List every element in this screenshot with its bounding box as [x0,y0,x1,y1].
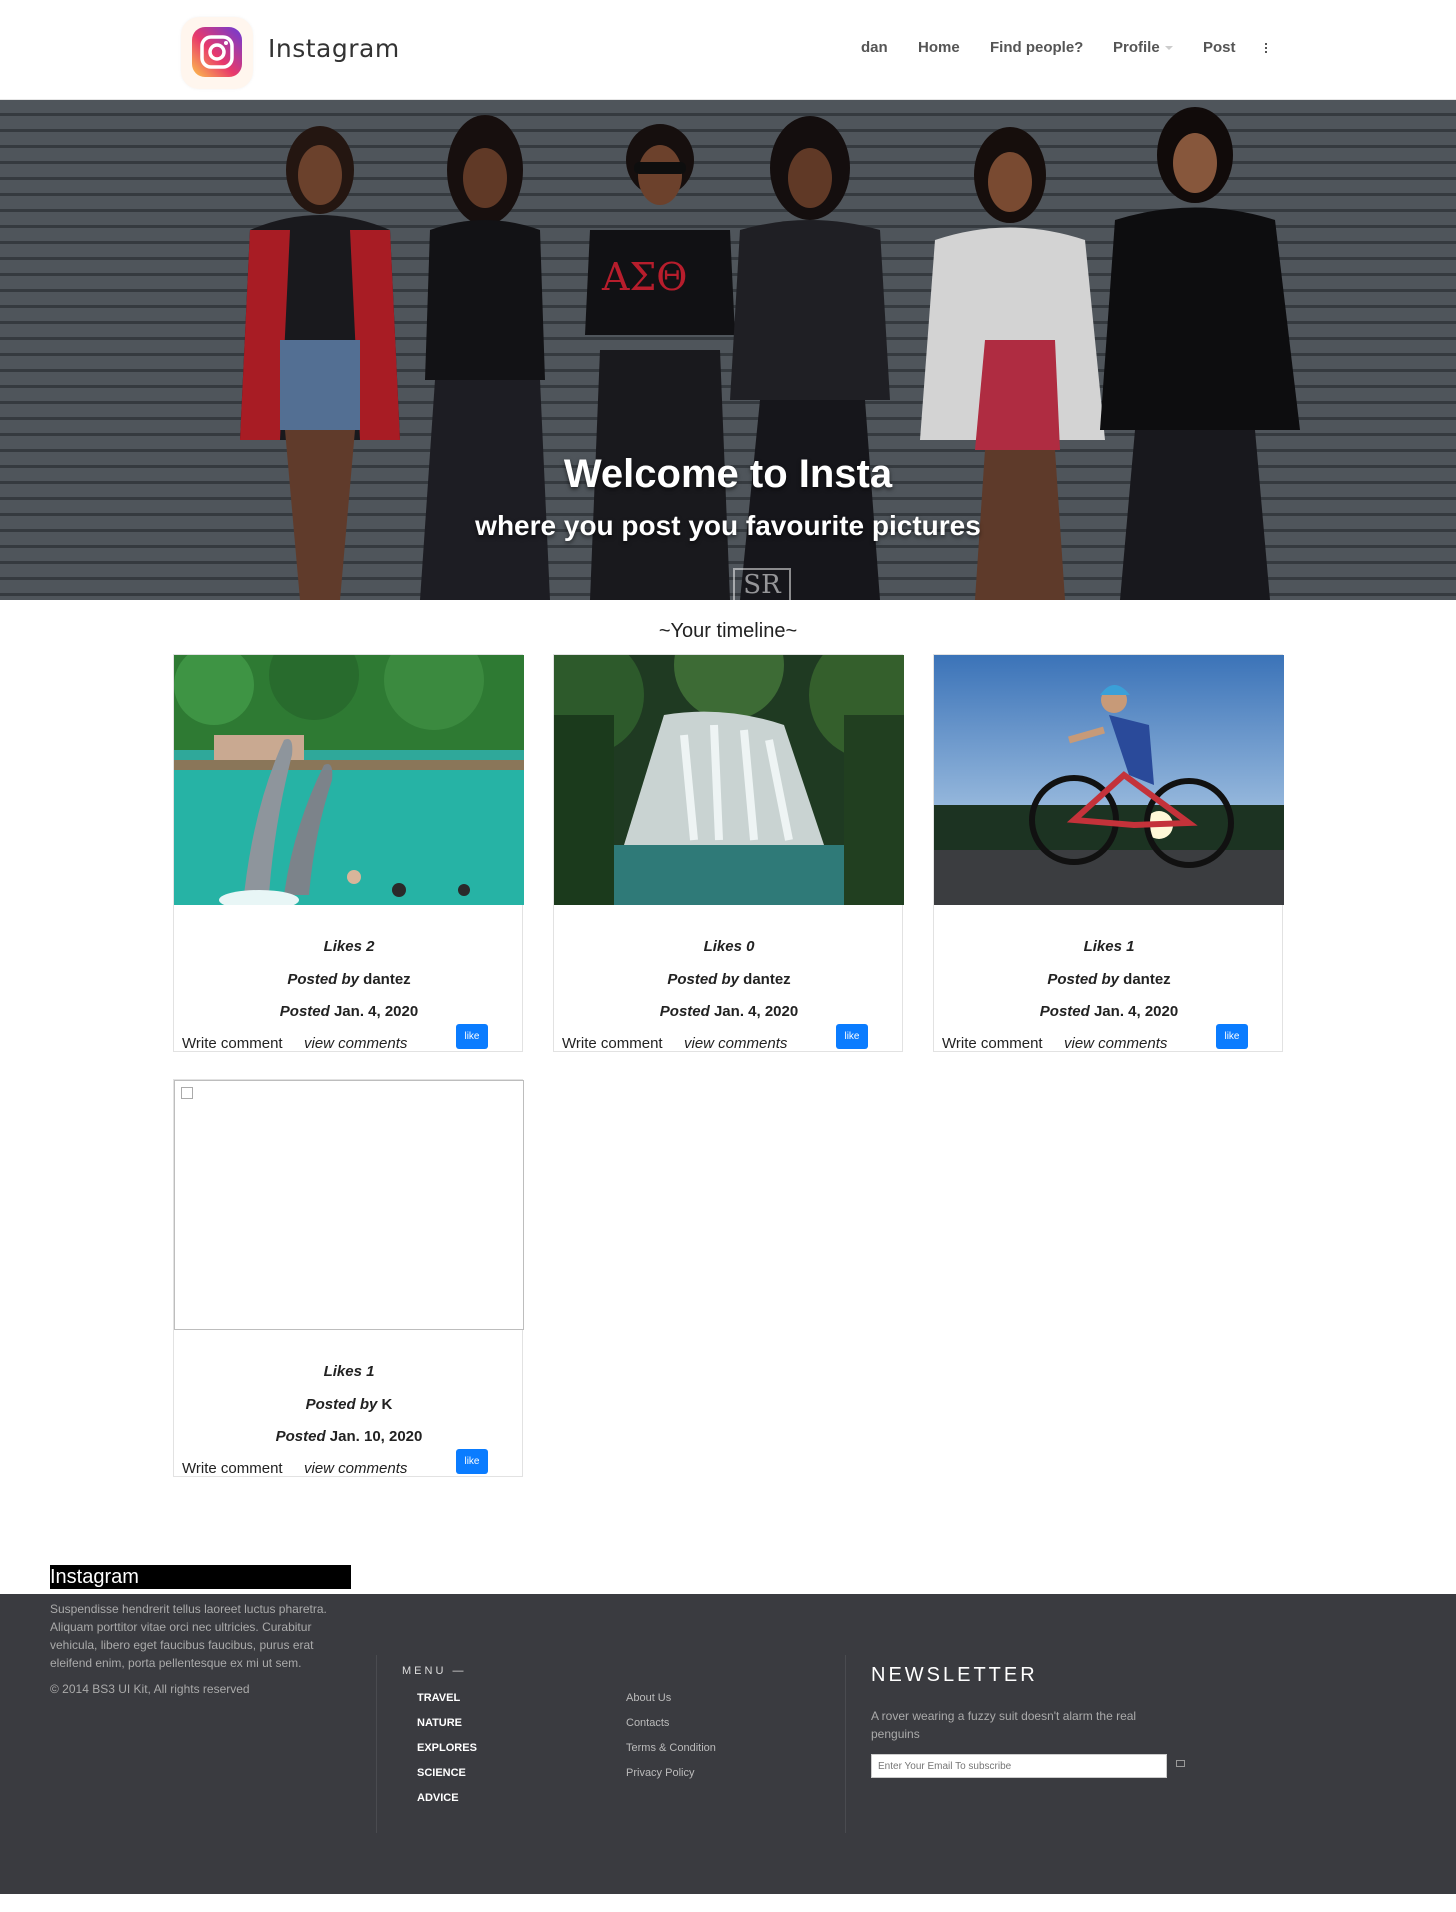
footer-menu-title: MENU — [402,1665,467,1677]
posted-date: Posted Jan. 4, 2020 [174,1003,524,1020]
broken-image-icon [181,1087,193,1099]
nav-home[interactable]: Home [918,39,960,56]
brand-name[interactable]: Instagram [268,34,400,63]
post-card: Likes 2 Posted by dantez Posted Jan. 4, … [173,654,524,1052]
footer-copyright: © 2014 BS3 UI Kit, All rights reserved [50,1682,250,1696]
more-vertical-icon[interactable] [1265,43,1268,53]
write-comment-link[interactable]: Write comment [182,1035,283,1052]
footer-divider [376,1655,377,1833]
likes-count: Likes 1 [323,1363,375,1380]
view-comments-link[interactable]: view comments [1064,1035,1167,1052]
footer-brand[interactable]: Instagram [50,1565,351,1589]
posted-date: Posted Jan. 4, 2020 [934,1003,1284,1020]
instagram-logo-icon[interactable] [181,17,253,89]
post-author: K [381,1396,393,1413]
post-date: Jan. 4, 2020 [1093,1003,1179,1020]
view-comments-link[interactable]: view comments [304,1035,407,1052]
posted-by-label: Posted by [1047,971,1119,988]
watermark-logo: SR [733,568,791,600]
post-image-dolphins[interactable] [174,655,524,905]
post-date: Jan. 10, 2020 [329,1428,423,1445]
hero-banner: ΑΣΘ Welcome to Insta where you post you … [0,100,1456,600]
likes-count: Likes 0 [703,938,755,955]
like-button[interactable]: like [1216,1024,1248,1049]
post-image-waterfall[interactable] [554,655,904,905]
posted-label: Posted [275,1428,326,1445]
post-date: Jan. 4, 2020 [333,1003,419,1020]
posted-by-label: Posted by [667,971,739,988]
likes-count: Likes 1 [1083,938,1135,955]
write-comment-link[interactable]: Write comment [562,1035,663,1052]
newsletter-email-input[interactable] [871,1754,1167,1778]
footer-link-contacts[interactable]: Contacts [626,1717,669,1729]
likes-count: Likes 2 [323,938,375,955]
view-comments-link[interactable]: view comments [304,1460,407,1477]
like-button[interactable]: like [456,1024,488,1049]
post-image-broken[interactable] [174,1080,524,1330]
posted-by: Posted by dantez [174,971,524,988]
footer-description: Suspendisse hendrerit tellus laoreet luc… [50,1602,327,1670]
post-image-cyclist[interactable] [934,655,1284,905]
chevron-down-icon [1164,46,1173,51]
posted-label: Posted [659,1003,710,1020]
posted-date: Posted Jan. 4, 2020 [554,1003,904,1020]
post-author: dantez [1123,971,1171,988]
footer-menu-advice[interactable]: ADVICE [417,1792,459,1804]
posted-by: Posted by K [174,1396,524,1413]
posted-by: Posted by dantez [554,971,904,988]
timeline-title: ~Your timeline~ [658,620,798,642]
nav-user[interactable]: dan [861,39,888,56]
nav-find-people[interactable]: Find people? [990,39,1083,56]
post-card: Likes 1 Posted by K Posted Jan. 10, 2020… [173,1079,524,1477]
posted-by-label: Posted by [305,1396,378,1413]
write-comment-link[interactable]: Write comment [942,1035,1043,1052]
posted-by-label: Posted by [287,971,359,988]
newsletter-title: NEWSLETTER [871,1664,1038,1686]
nav-post[interactable]: Post [1203,39,1236,56]
post-card: Likes 0 Posted by dantez Posted Jan. 4, … [553,654,904,1052]
footer-menu-explores[interactable]: EXPLORES [417,1742,477,1754]
posted-date: Posted Jan. 10, 2020 [174,1428,524,1445]
nav-profile-dropdown[interactable]: Profile [1113,39,1173,56]
footer-link-about[interactable]: About Us [626,1692,671,1704]
post-date: Jan. 4, 2020 [713,1003,799,1020]
write-comment-link[interactable]: Write comment [182,1460,283,1477]
posted-label: Posted [1039,1003,1090,1020]
footer-menu-travel[interactable]: TRAVEL [417,1692,460,1704]
navbar: Instagram dan Home Find people? Profile … [0,0,1456,100]
like-button[interactable]: like [456,1449,488,1474]
newsletter-description: A rover wearing a fuzzy suit doesn't ala… [871,1709,1137,1741]
footer-menu-science[interactable]: SCIENCE [417,1767,466,1779]
nav-profile-label: Profile [1113,39,1160,56]
footer-divider [845,1655,846,1833]
footer-link-privacy[interactable]: Privacy Policy [626,1767,694,1779]
footer-menu-nature[interactable]: NATURE [417,1717,462,1729]
hero-subtitle: where you post you favourite pictures [475,510,981,541]
posted-label: Posted [279,1003,330,1020]
post-author: dantez [363,971,411,988]
like-button[interactable]: like [836,1024,868,1049]
view-comments-link[interactable]: view comments [684,1035,787,1052]
hero-title: Welcome to Insta [563,452,893,496]
envelope-icon[interactable] [1176,1760,1185,1767]
post-author: dantez [743,971,791,988]
post-card: Likes 1 Posted by dantez Posted Jan. 4, … [933,654,1284,1052]
footer-link-terms[interactable]: Terms & Condition [626,1742,716,1754]
posted-by: Posted by dantez [934,971,1284,988]
